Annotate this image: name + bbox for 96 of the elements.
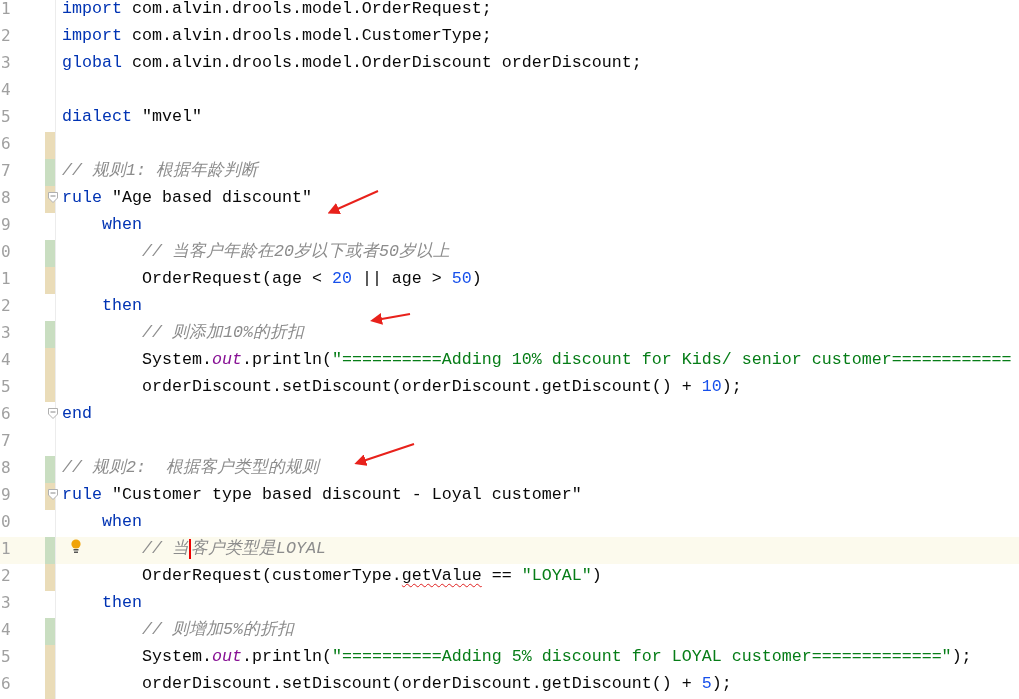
keyword: import (62, 26, 122, 46)
code-comment: // 则添加10%的折扣 (141, 323, 304, 343)
line-number: 4 (1, 349, 11, 371)
line-number: 8 (1, 457, 11, 479)
change-marker[interactable] (45, 321, 55, 348)
line-number: 4 (1, 79, 11, 101)
code-text: == (490, 566, 513, 586)
string-literal: "LOYAL" (521, 566, 592, 586)
code-text: OrderRequest(age < (141, 269, 323, 289)
line-number: 3 (1, 592, 11, 614)
keyword: import (62, 0, 122, 19)
line-number: 6 (1, 133, 11, 155)
keyword: then (102, 296, 142, 316)
line-number: 0 (1, 511, 11, 533)
number-literal: 5 (701, 674, 712, 694)
line-number: 9 (1, 484, 11, 506)
code-text: ); (951, 647, 972, 667)
change-marker[interactable] (45, 618, 55, 645)
code-text: "Customer type based discount - Loyal customer" (110, 485, 582, 505)
line-number: 8 (1, 187, 11, 209)
annotation-arrow (354, 443, 415, 466)
number-literal: 10 (701, 377, 722, 397)
line-number: 4 (1, 619, 11, 641)
string-literal: "==========Adding 5% discount for LOYAL customer=============" (331, 647, 952, 667)
code-comment: 客户类型是LOYAL (190, 539, 326, 559)
code-text: com.alvin.drools.model.OrderDiscount orderDiscount; (130, 53, 642, 73)
code-text: ) (471, 269, 482, 289)
keyword: when (102, 215, 142, 235)
code-text: getValue (401, 566, 482, 586)
change-marker[interactable] (45, 564, 55, 591)
string-literal: "==========Adding 10% discount for Kids/ senior customer============ (331, 350, 1012, 370)
line-number: 3 (1, 322, 11, 344)
change-marker[interactable] (45, 537, 55, 564)
keyword: rule (62, 485, 102, 505)
line-number: 1 (1, 0, 11, 20)
line-number: 6 (1, 673, 11, 695)
code-text: "Age based discount" (110, 188, 312, 208)
keyword: when (102, 512, 142, 532)
line-number: 2 (1, 25, 11, 47)
code-text: ); (721, 377, 742, 397)
code-comment: // 则增加5%的折扣 (141, 620, 294, 640)
line-number: 2 (1, 565, 11, 587)
code-text: System. (141, 647, 212, 667)
keyword: then (102, 593, 142, 613)
code-text: orderDiscount.setDiscount(orderDiscount.getDiscount() + (141, 674, 693, 694)
code-comment: // 当 (141, 539, 189, 559)
keyword: dialect (62, 107, 132, 127)
code-text: System. (141, 350, 212, 370)
lightbulb-icon[interactable] (71, 539, 81, 555)
number-literal: 20 (331, 269, 352, 289)
change-marker[interactable] (45, 375, 55, 402)
change-marker[interactable] (45, 159, 55, 186)
code-comment: // 规则2: 根据客户类型的规则 (62, 458, 319, 478)
line-number: 6 (1, 403, 11, 425)
line-number: 5 (1, 376, 11, 398)
number-literal: 50 (451, 269, 472, 289)
change-marker[interactable] (45, 348, 55, 375)
line-number: 2 (1, 295, 11, 317)
code-text: com.alvin.drools.model.CustomerType; (130, 26, 492, 46)
change-marker[interactable] (45, 132, 55, 159)
line-number: 5 (1, 106, 11, 128)
text-cursor (188, 539, 191, 559)
code-comment: // 当客户年龄在20岁以下或者50岁以上 (141, 242, 450, 262)
change-marker[interactable] (45, 456, 55, 483)
line-number: 3 (1, 52, 11, 74)
keyword: end (62, 404, 92, 424)
line-number: 5 (1, 646, 11, 668)
fold-icon[interactable] (48, 408, 58, 419)
code-text: || age > (360, 269, 443, 289)
code-text: ); (711, 674, 732, 694)
code-text: .println( (241, 350, 332, 370)
line-number: 1 (1, 268, 11, 290)
line-number: 7 (1, 160, 11, 182)
line-number: 7 (1, 430, 11, 452)
annotation-arrow (327, 190, 379, 215)
code-comment: // 规则1: 根据年龄判断 (62, 161, 258, 181)
code-text: ) (591, 566, 602, 586)
line-number: 9 (1, 214, 11, 236)
field-name: out (211, 350, 242, 370)
change-marker[interactable] (45, 672, 55, 699)
fold-icon[interactable] (48, 192, 58, 203)
fold-icon[interactable] (48, 489, 58, 500)
code-text: "mvel" (140, 107, 202, 127)
change-marker[interactable] (45, 267, 55, 294)
keyword: global (62, 53, 122, 73)
change-marker[interactable] (45, 240, 55, 267)
change-marker[interactable] (45, 645, 55, 672)
code-text: com.alvin.drools.model.OrderRequest; (130, 0, 492, 19)
code-text: orderDiscount.setDiscount(orderDiscount.getDiscount() + (141, 377, 693, 397)
annotation-arrow (370, 313, 411, 325)
code-text: .println( (241, 647, 332, 667)
field-name: out (211, 647, 242, 667)
line-number: 1 (1, 538, 11, 560)
code-text: OrderRequest(customerType. (141, 566, 402, 586)
keyword: rule (62, 188, 102, 208)
line-number: 0 (1, 241, 11, 263)
